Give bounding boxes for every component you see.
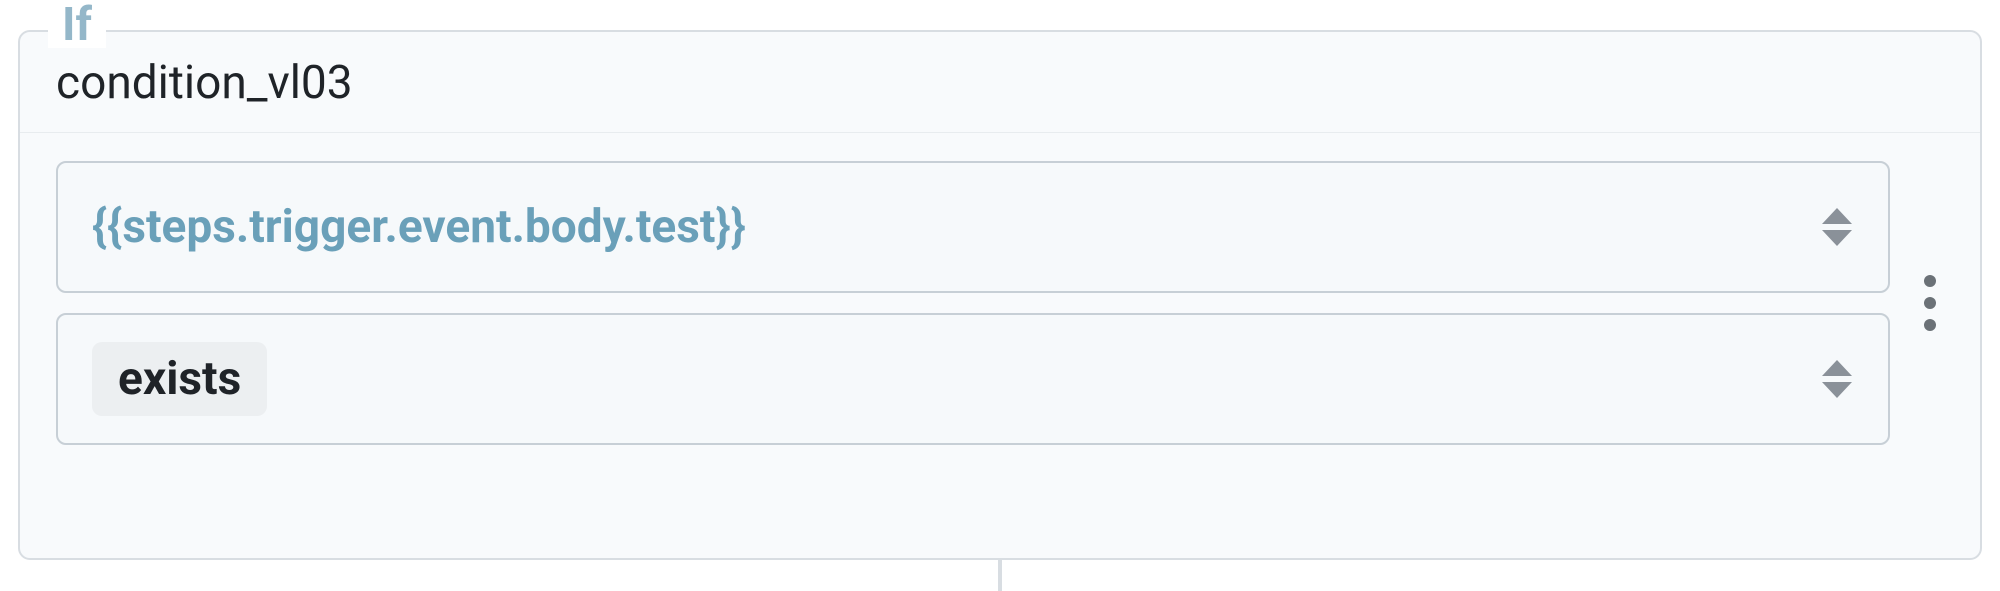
expression-value: {{steps.trigger.event.body.test}}: [92, 200, 746, 254]
condition-fields: {{steps.trigger.event.body.test}} exists: [56, 161, 1890, 445]
condition-body: {{steps.trigger.event.body.test}} exists: [20, 133, 1980, 467]
expression-field[interactable]: {{steps.trigger.event.body.test}}: [56, 161, 1890, 293]
select-toggle-icon[interactable]: [1820, 356, 1854, 402]
select-toggle-icon[interactable]: [1820, 204, 1854, 250]
block-legend: If: [48, 2, 106, 48]
condition-name[interactable]: condition_vl03: [20, 32, 1980, 133]
if-condition-block: If condition_vl03 {{steps.trigger.event.…: [18, 30, 1982, 560]
operator-field[interactable]: exists: [56, 313, 1890, 445]
operator-chip: exists: [92, 342, 267, 416]
more-options-button[interactable]: [1910, 275, 1950, 331]
flow-connector: [998, 558, 1002, 591]
